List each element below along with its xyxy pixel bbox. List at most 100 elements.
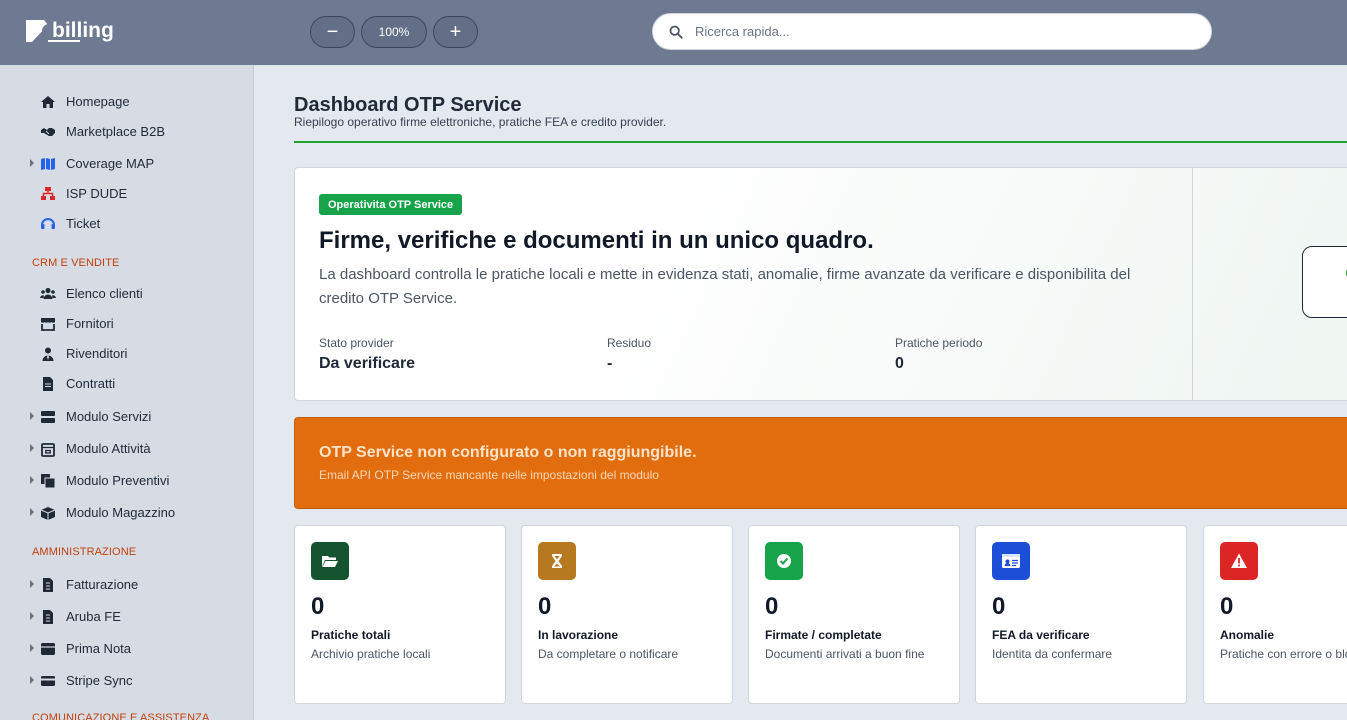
kpi-value: 0 bbox=[1220, 593, 1234, 620]
sidebar-item-ticket[interactable]: Ticket bbox=[0, 211, 253, 237]
sidebar-item-label: Ticket bbox=[66, 216, 101, 231]
kpi-card-pratiche-totali[interactable]: 0 Pratiche totali Archivio pratiche loca… bbox=[294, 525, 506, 704]
sidebar-item-coverage-map[interactable]: Coverage MAP bbox=[0, 151, 253, 177]
search-input[interactable] bbox=[695, 24, 1165, 39]
invoice-icon bbox=[43, 610, 53, 624]
kpi-description: Pratiche con errore o blocco bbox=[1220, 647, 1347, 661]
kpi-title: Anomalie bbox=[1220, 628, 1275, 642]
sidebar-item-modulo-attivita[interactable]: Modulo Attività bbox=[0, 436, 253, 462]
sidebar-item-modulo-preventivi[interactable]: Modulo Preventivi bbox=[0, 468, 253, 494]
panel-divider bbox=[1192, 168, 1193, 400]
home-icon bbox=[41, 96, 55, 108]
sidebar-item-fornitori[interactable]: Fornitori bbox=[0, 311, 253, 337]
sidebar-item-label: Contratti bbox=[66, 376, 116, 391]
file-copy-icon bbox=[41, 474, 56, 489]
chevron-right-icon bbox=[30, 508, 34, 516]
configuration-alert: OTP Service non configurato o non raggiu… bbox=[294, 417, 1347, 509]
kpi-card-fea[interactable]: 0 FEA da verificare Identita da conferma… bbox=[975, 525, 1187, 704]
kpi-value: 0 bbox=[992, 593, 1006, 620]
check-circle-icon bbox=[765, 542, 803, 580]
svg-text:billing: billing bbox=[52, 19, 114, 42]
document-icon bbox=[43, 377, 53, 391]
app-logo[interactable]: billing bbox=[24, 17, 120, 45]
kpi-title: Pratiche totali bbox=[311, 628, 391, 642]
sidebar-item-label: Aruba FE bbox=[66, 609, 121, 624]
sidebar-item-modulo-magazzino[interactable]: Modulo Magazzino bbox=[0, 500, 253, 526]
sidebar-item-elenco-clienti[interactable]: Elenco clienti bbox=[0, 281, 253, 307]
sidebar-item-label: Rivenditori bbox=[66, 346, 128, 361]
kpi-value: 0 bbox=[538, 593, 552, 620]
sidebar-item-label: Modulo Preventivi bbox=[66, 473, 170, 488]
sidebar-section-crm: CRM E VENDITE bbox=[32, 257, 120, 269]
stat-value: Da verificare bbox=[319, 355, 416, 372]
kpi-card-in-lavorazione[interactable]: 0 In lavorazione Da completare o notific… bbox=[521, 525, 733, 704]
sidebar-item-label: Homepage bbox=[66, 94, 130, 109]
stat-residuo: Residuo - bbox=[607, 336, 651, 373]
kpi-card-firmate[interactable]: 0 Firmate / completate Documenti arrivat… bbox=[748, 525, 960, 704]
sidebar-item-label: ISP DUDE bbox=[66, 186, 128, 201]
sidebar-item-label: Elenco clienti bbox=[66, 286, 143, 301]
sidebar-item-contratti[interactable]: Contratti bbox=[0, 371, 253, 397]
network-icon bbox=[41, 187, 55, 200]
sidebar-item-prima-nota[interactable]: Prima Nota bbox=[0, 636, 253, 662]
invoice-icon bbox=[43, 578, 53, 592]
credit-widget[interactable] bbox=[1302, 246, 1347, 318]
boxes-icon bbox=[40, 507, 56, 520]
sidebar-item-label: Modulo Attività bbox=[66, 441, 151, 456]
stat-value: 0 bbox=[895, 355, 904, 372]
kpi-description: Identita da confermare bbox=[992, 647, 1113, 661]
hero-description: La dashboard controlla le pratiche local… bbox=[319, 266, 1131, 307]
warning-icon bbox=[1220, 542, 1258, 580]
kpi-title: Firmate / completate bbox=[765, 628, 882, 642]
stat-value: - bbox=[607, 355, 613, 372]
search-icon bbox=[669, 25, 683, 39]
chevron-right-icon bbox=[30, 444, 34, 452]
sidebar-item-fatturazione[interactable]: Fatturazione bbox=[0, 572, 253, 598]
sidebar-item-marketplace[interactable]: Marketplace B2B bbox=[0, 119, 253, 145]
credit-card-icon bbox=[41, 676, 55, 686]
page-title: Dashboard OTP Service bbox=[294, 94, 522, 116]
ledger-icon bbox=[41, 643, 55, 655]
stat-label: Residuo bbox=[607, 336, 652, 350]
zoom-reset-button[interactable]: 100% bbox=[361, 16, 427, 48]
stat-label: Pratiche periodo bbox=[895, 336, 983, 350]
sidebar-item-label: Modulo Magazzino bbox=[66, 505, 176, 520]
title-divider bbox=[294, 141, 1347, 143]
sidebar-item-label: Coverage MAP bbox=[66, 156, 155, 171]
sidebar-item-label: Prima Nota bbox=[66, 641, 132, 656]
kpi-value: 0 bbox=[765, 593, 779, 620]
store-icon bbox=[41, 318, 55, 331]
sidebar-item-homepage[interactable]: Homepage bbox=[0, 89, 253, 115]
server-icon bbox=[41, 411, 55, 423]
stat-label: Stato provider bbox=[319, 336, 394, 350]
handshake-icon bbox=[41, 128, 55, 136]
sidebar-item-label: Marketplace B2B bbox=[66, 124, 165, 139]
status-badge: Operativita OTP Service bbox=[319, 194, 463, 215]
kpi-description: Da completare o notificare bbox=[538, 647, 679, 661]
headset-icon bbox=[41, 218, 55, 229]
user-tie-icon bbox=[42, 347, 54, 361]
sidebar-item-modulo-servizi[interactable]: Modulo Servizi bbox=[0, 404, 253, 430]
sidebar-item-aruba-fe[interactable]: Aruba FE bbox=[0, 604, 253, 630]
sidebar-item-stripe-sync[interactable]: Stripe Sync bbox=[0, 668, 253, 694]
quick-search[interactable] bbox=[652, 13, 1212, 50]
chevron-right-icon bbox=[30, 580, 34, 588]
chevron-right-icon bbox=[30, 612, 34, 620]
sidebar-item-label: Stripe Sync bbox=[66, 673, 133, 688]
kpi-value: 0 bbox=[311, 593, 325, 620]
map-icon bbox=[41, 158, 55, 170]
sidebar-item-rivenditori[interactable]: Rivenditori bbox=[0, 341, 253, 367]
chevron-right-icon bbox=[30, 412, 34, 420]
zoom-in-button[interactable]: + bbox=[433, 16, 478, 48]
sidebar-item-label: Fornitori bbox=[66, 316, 114, 331]
kpi-card-anomalie[interactable]: 0 Anomalie Pratiche con errore o blocco bbox=[1203, 525, 1347, 704]
hourglass-icon bbox=[538, 542, 576, 580]
sidebar-item-isp-dude[interactable]: ISP DUDE bbox=[0, 181, 253, 207]
zoom-out-button[interactable]: − bbox=[310, 16, 355, 48]
hero-heading: Firme, verifiche e documenti in un unico… bbox=[319, 227, 874, 254]
stat-pratiche-periodo: Pratiche periodo 0 bbox=[895, 336, 982, 373]
chevron-right-icon bbox=[30, 676, 34, 684]
overview-panel: Operativita OTP Service Firme, verifiche… bbox=[294, 167, 1347, 401]
stat-provider-status: Stato provider Da verificare bbox=[319, 336, 415, 373]
chevron-right-icon bbox=[30, 159, 34, 167]
